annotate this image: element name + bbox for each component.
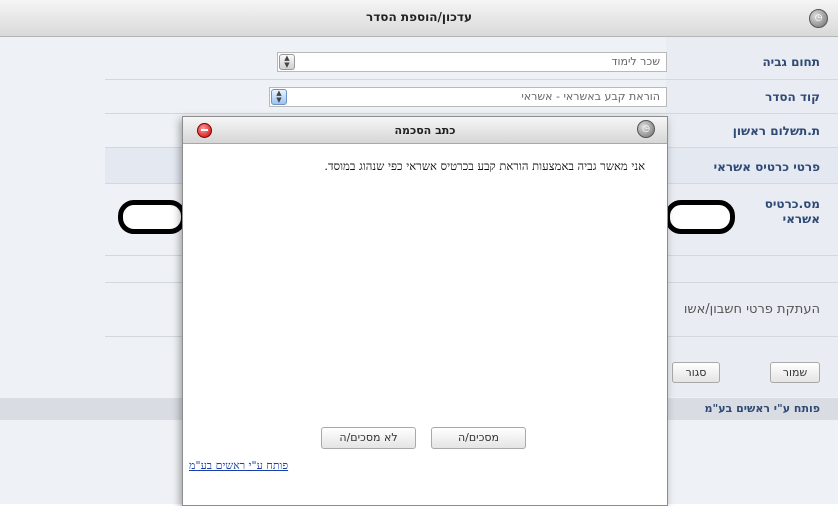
redacted-field: [665, 200, 735, 234]
copy-account-details-button[interactable]: העתקת פרטי חשבון/אשו: [652, 302, 820, 317]
clock-logo-icon: ◷: [637, 120, 655, 138]
save-button[interactable]: שמור: [770, 362, 820, 383]
opened-by-text: פותח ע"י ראשים בע"מ: [704, 402, 820, 415]
row-divider: [105, 113, 838, 114]
arrangement-code-label: קוד הסדר: [765, 90, 820, 104]
window-title-bar: עדכון/הוספת הסדר ◷: [0, 0, 838, 37]
consent-dialog: כתב הסכמה ◷ אני מאשר גביה באמצעות הוראת …: [182, 116, 668, 506]
arrangement-code-value: הוראת קבע באשראי - אשראי: [521, 90, 660, 103]
disagree-button[interactable]: לא מסכים/ה: [321, 427, 416, 449]
dialog-title: כתב הסכמה: [394, 124, 456, 137]
close-button[interactable]: סגור: [672, 362, 720, 383]
first-payment-label: ת.תשלום ראשון: [732, 124, 820, 138]
redacted-field: [118, 200, 186, 234]
window-title: עדכון/הוספת הסדר: [366, 10, 472, 24]
developer-link[interactable]: פותח ע"י ראשים בע"מ: [189, 459, 288, 472]
clock-logo-icon: ◷: [809, 9, 828, 28]
select-arrows-icon: ▲ ▼: [271, 89, 287, 105]
row-divider: [105, 79, 838, 80]
card-details-label: פרטי כרטיס אשראי: [713, 160, 820, 174]
consent-text: אני מאשר גביה באמצעות הוראת קבע בכרטיס א…: [324, 159, 645, 173]
card-number-label: מס.כרטיס אשראי: [764, 197, 820, 226]
agree-button[interactable]: מסכים/ה: [431, 427, 526, 449]
dialog-title-bar: כתב הסכמה ◷: [183, 117, 667, 144]
arrangement-code-select[interactable]: הוראת קבע באשראי - אשראי ▲ ▼: [269, 87, 667, 107]
collection-domain-select[interactable]: שכר לימוד ▲ ▼: [277, 52, 667, 72]
select-arrows-icon: ▲ ▼: [279, 54, 295, 70]
collection-domain-label: תחום גביה: [762, 55, 820, 69]
collection-domain-value: שכר לימוד: [611, 55, 660, 68]
